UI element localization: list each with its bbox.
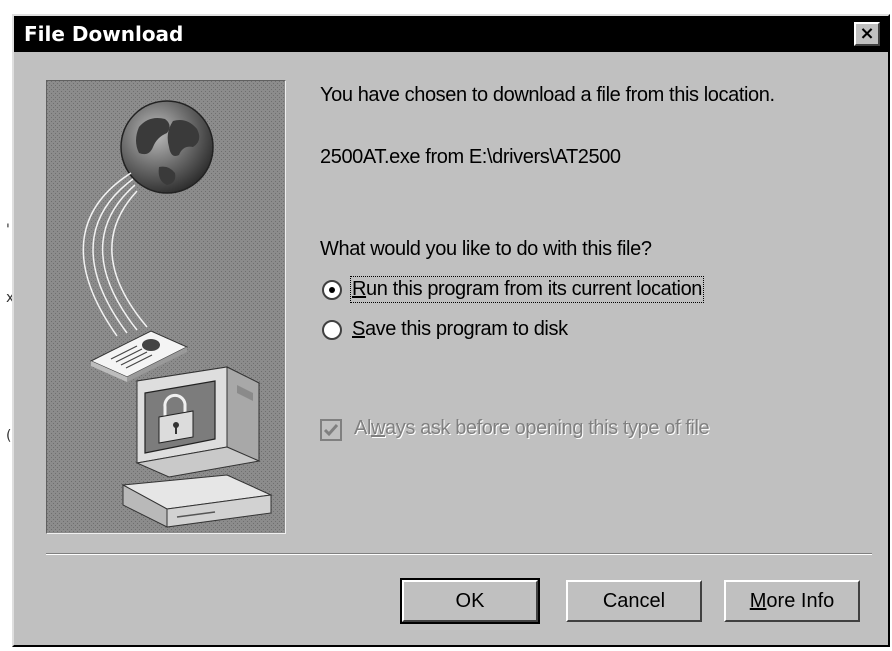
- edge-mark: ': [6, 222, 10, 238]
- cancel-button[interactable]: Cancel: [566, 580, 702, 622]
- question-text: What would you like to do with this file…: [320, 238, 652, 260]
- always-ask-label: Always ask before opening this type of f…: [354, 417, 710, 439]
- run-program-radio[interactable]: [322, 280, 342, 300]
- file-location-text: 2500AT.exe from E:\drivers\AT2500: [320, 146, 621, 168]
- ok-button[interactable]: OK: [400, 578, 540, 624]
- always-ask-checkbox: [320, 419, 342, 441]
- globe-icon: [120, 100, 214, 194]
- dialog-title: File Download: [24, 22, 184, 46]
- intro-text: You have chosen to download a file from …: [320, 84, 775, 106]
- close-icon: ×: [859, 23, 875, 44]
- computer-icon: [121, 366, 273, 528]
- separator: [46, 553, 872, 555]
- download-illustration: [46, 80, 286, 534]
- checkmark-icon: [323, 424, 339, 437]
- title-bar[interactable]: File Download ×: [14, 16, 888, 52]
- close-button[interactable]: ×: [854, 22, 880, 46]
- run-program-label[interactable]: Run this program from its current locati…: [349, 276, 705, 303]
- file-download-dialog: File Download × You have chosen to downl…: [12, 14, 890, 647]
- save-to-disk-radio[interactable]: [322, 320, 342, 340]
- more-info-button[interactable]: More Info: [724, 580, 860, 622]
- edge-mark: (: [6, 428, 12, 444]
- save-to-disk-label[interactable]: Save this program to disk: [352, 318, 568, 341]
